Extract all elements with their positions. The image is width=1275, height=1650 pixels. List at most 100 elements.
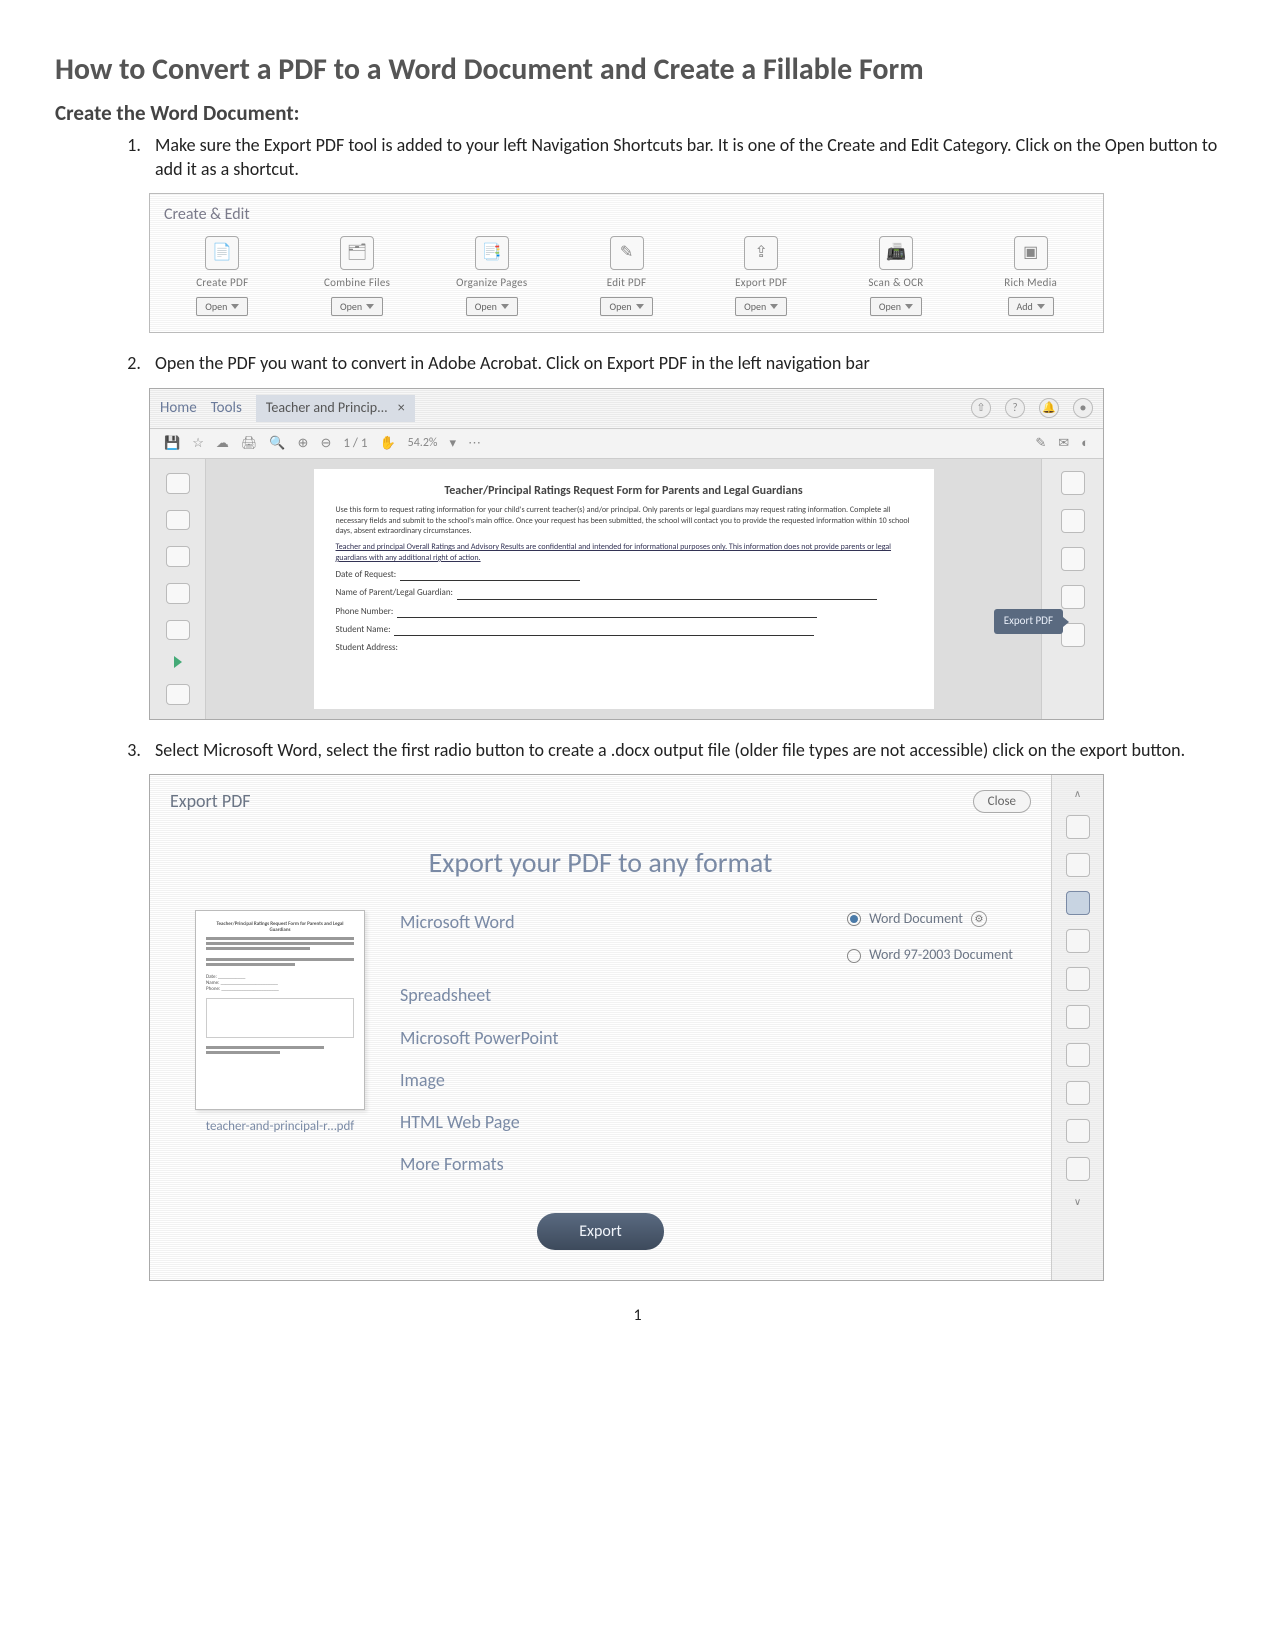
create-pdf-icon[interactable] <box>1066 815 1090 839</box>
format-option[interactable]: More Formats <box>400 1152 504 1176</box>
format-option[interactable]: Spreadsheet <box>400 983 491 1007</box>
edit-pdf-icon[interactable] <box>1061 547 1085 571</box>
tool-export-pdf[interactable]: ⇪ Export PDF Open <box>703 236 820 316</box>
organize-icon[interactable] <box>1066 967 1090 991</box>
page-number: 1 <box>55 1305 1220 1327</box>
hand-icon[interactable]: ✋ <box>379 435 395 453</box>
nav-up-icon[interactable]: ⊕ <box>298 435 309 453</box>
send-icon[interactable] <box>1066 1119 1090 1143</box>
sign-icon[interactable] <box>1066 1081 1090 1105</box>
save-icon[interactable]: 💾 <box>164 435 180 453</box>
open-button[interactable]: Open <box>331 297 383 317</box>
tool-organize-pages[interactable]: 📑 Organize Pages Open <box>433 236 550 316</box>
expand-icon[interactable] <box>174 656 182 668</box>
export-pdf-icon[interactable] <box>1066 891 1090 915</box>
format-option[interactable]: HTML Web Page <box>400 1110 520 1134</box>
tab-home[interactable]: Home <box>160 398 197 418</box>
figure-create-edit-panel: Create & Edit 📄 Create PDF Open🗂 Combine… <box>149 193 1104 333</box>
bell-icon[interactable]: 🔔 <box>1039 398 1059 418</box>
tool-label: Export PDF <box>735 276 787 291</box>
cloud-icon[interactable]: ☁ <box>216 435 229 453</box>
gear-icon[interactable]: ⚙ <box>971 911 987 927</box>
comment-icon[interactable] <box>1066 929 1090 953</box>
edit-pdf-icon[interactable] <box>1066 853 1090 877</box>
enhance-icon[interactable] <box>1066 1005 1090 1029</box>
tool-edit-pdf[interactable]: ✎ Edit PDF Open <box>568 236 685 316</box>
figure-acrobat-window: Home Tools Teacher and Princip...× ⇧ ? 🔔… <box>149 388 1104 720</box>
step-2: Open the PDF you want to convert in Adob… <box>145 351 1220 720</box>
tool-create-pdf[interactable]: 📄 Create PDF Open <box>164 236 281 316</box>
tool-scan-ocr[interactable]: 📠 Scan & OCR Open <box>838 236 955 316</box>
tool-rich-media[interactable]: ▣ Rich Media Add <box>972 236 1089 316</box>
open-button[interactable]: Open <box>600 297 652 317</box>
zoom-level[interactable]: 54.2% <box>408 435 438 451</box>
page-indicator: 1 / 1 <box>343 435 367 453</box>
tool-label: Rich Media <box>1004 276 1057 291</box>
radio-option[interactable]: Word 97-2003 Document <box>847 946 1013 965</box>
search-icon[interactable]: 🔍 <box>269 435 285 453</box>
radio-icon <box>847 912 861 926</box>
comment-icon[interactable] <box>1061 623 1085 647</box>
tool-icon: ⇪ <box>744 236 778 270</box>
tool-label: Combine Files <box>324 276 390 291</box>
protect-icon[interactable] <box>1066 1043 1090 1067</box>
star-icon[interactable]: ☆ <box>192 435 204 453</box>
more-icon[interactable]: ◐ <box>1081 435 1089 453</box>
print-icon[interactable]: 🖨 <box>241 435 258 453</box>
tool-label: Edit PDF <box>607 276 647 291</box>
mail-icon[interactable]: ✉ <box>1058 435 1069 453</box>
tool-label: Organize Pages <box>456 276 527 291</box>
open-button[interactable]: Open <box>196 297 248 317</box>
doc-tab[interactable]: Teacher and Princip...× <box>256 395 415 422</box>
help-icon[interactable]: ? <box>1005 398 1025 418</box>
search-tool-icon[interactable] <box>1061 471 1085 495</box>
tool-icon: 🗂 <box>340 236 374 270</box>
thumbnail-filename: teacher-and-principal-r…pdf <box>206 1118 355 1136</box>
tool-icon: 📠 <box>879 236 913 270</box>
tool-icon: 📑 <box>475 236 509 270</box>
create-pdf-icon[interactable] <box>1061 509 1085 533</box>
bookmark-icon[interactable] <box>166 510 190 531</box>
settings-icon[interactable] <box>166 684 190 705</box>
format-option[interactable]: Microsoft PowerPoint <box>400 1026 558 1050</box>
left-nav <box>150 459 206 719</box>
nav-down-icon[interactable]: ⊖ <box>320 435 331 453</box>
tool-icon: ✎ <box>610 236 644 270</box>
account-icon[interactable]: ● <box>1073 398 1093 418</box>
scroll-down-icon[interactable]: ∨ <box>1074 1195 1081 1209</box>
open-button[interactable]: Open <box>735 297 787 317</box>
stamp-icon[interactable] <box>1066 1157 1090 1181</box>
tab-tools[interactable]: Tools <box>211 398 242 418</box>
tool-icon: ▣ <box>1014 236 1048 270</box>
attachment-icon[interactable] <box>166 583 190 604</box>
section-heading: Create the Word Document: <box>55 99 1220 127</box>
share-icon[interactable]: ⇧ <box>971 398 991 418</box>
radio-icon <box>847 949 861 963</box>
open-button[interactable]: Open <box>466 297 518 317</box>
sign-icon[interactable]: ✎ <box>1035 435 1046 453</box>
format-option[interactable]: Image <box>400 1068 445 1092</box>
export-pdf-tooltip: Export PDF <box>994 609 1063 634</box>
tool-icon: 📄 <box>205 236 239 270</box>
layers-icon[interactable] <box>166 546 190 567</box>
thumbnails-icon[interactable] <box>166 473 190 494</box>
open-button[interactable]: Open <box>870 297 922 317</box>
figure-export-pdf-panel: Export PDF Close Export your PDF to any … <box>149 774 1104 1281</box>
export-button[interactable]: Export <box>537 1213 664 1251</box>
panel-title: Create & Edit <box>164 204 1089 226</box>
page-icon[interactable] <box>166 620 190 641</box>
step-1: Make sure the Export PDF tool is added t… <box>145 133 1220 334</box>
open-button[interactable]: Add <box>1008 297 1054 317</box>
export-pdf-icon[interactable] <box>1061 585 1085 609</box>
radio-option[interactable]: Word Document ⚙ <box>847 910 1013 929</box>
close-button[interactable]: Close <box>973 790 1031 814</box>
step-3: Select Microsoft Word, select the first … <box>145 738 1220 1281</box>
close-icon[interactable]: × <box>398 399 405 418</box>
scroll-up-icon[interactable]: ∧ <box>1074 787 1081 801</box>
panel-heading: Export your PDF to any format <box>170 844 1031 882</box>
tool-label: Scan & OCR <box>868 276 923 291</box>
file-thumbnail: Teacher/Principal Ratings Request Form f… <box>180 910 380 1177</box>
tool-combine-files[interactable]: 🗂 Combine Files Open <box>299 236 416 316</box>
document-page: Teacher/Principal Ratings Request Form f… <box>314 469 934 709</box>
format-option[interactable]: Microsoft Word <box>400 910 515 966</box>
